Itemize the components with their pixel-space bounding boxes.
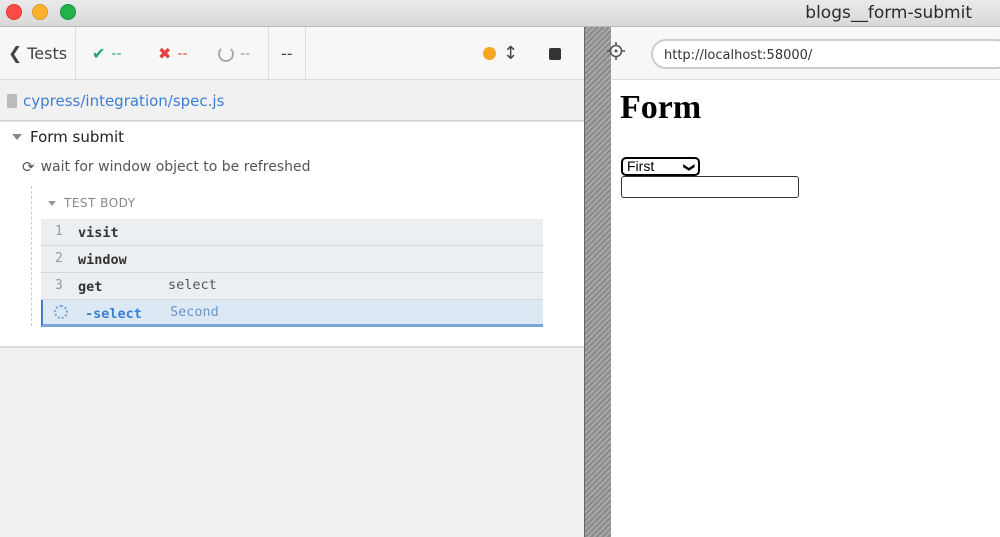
command-row[interactable]: 1 visit: [41, 219, 543, 246]
test-row[interactable]: ⟳ wait for window object to be refreshed: [22, 158, 310, 176]
tests-link[interactable]: ❮ Tests: [8, 27, 67, 80]
window-title: blogs__form-submit: [805, 3, 972, 23]
command-name: window: [78, 252, 127, 268]
maximize-window-button[interactable]: [60, 4, 76, 20]
command-message: Second: [170, 304, 219, 320]
refresh-icon: ⟳: [22, 158, 35, 176]
chevron-left-icon: ❮: [8, 43, 23, 64]
command-message: select: [168, 277, 217, 293]
test-body-guide: [31, 186, 32, 326]
running-dot-icon: [483, 47, 496, 60]
test-title: wait for window object to be refreshed: [40, 159, 311, 175]
spec-file-bar: cypress/integration/spec.js: [0, 81, 584, 121]
duration-stat: --: [281, 44, 293, 63]
check-icon: ✔: [92, 44, 106, 63]
command-row[interactable]: 2 window: [41, 246, 543, 273]
stop-button[interactable]: [549, 27, 561, 80]
failed-stat[interactable]: ✖ --: [158, 27, 188, 80]
close-window-button[interactable]: [6, 4, 22, 20]
x-icon: ✖: [158, 44, 172, 63]
selector-playground-icon[interactable]: [607, 42, 625, 60]
command-name: -select: [85, 306, 142, 322]
running-indicator: [483, 27, 496, 80]
toolbar-divider: [268, 27, 269, 80]
app-iframe: Form First ❯: [611, 81, 1000, 537]
app-text-input[interactable]: [621, 176, 799, 198]
caret-down-icon: [48, 200, 56, 206]
passed-stat[interactable]: ✔ --: [92, 27, 122, 80]
minimize-window-button[interactable]: [32, 4, 48, 20]
caret-down-icon: [12, 134, 22, 140]
file-icon: [7, 93, 17, 108]
command-number: 2: [55, 251, 63, 266]
window-titlebar: blogs__form-submit: [0, 0, 1000, 27]
command-name: visit: [78, 225, 119, 241]
passed-count: --: [111, 45, 122, 62]
tests-link-label: Tests: [27, 44, 68, 63]
command-list: 1 visit 2 window 3 get select -select Se…: [41, 219, 543, 327]
reporter-pane: ❮ Tests ✔ -- ✖ -- -- -- ↕ cypress/integr…: [0, 27, 584, 537]
auto-scroll-toggle[interactable]: ↕: [503, 27, 518, 80]
suite-row[interactable]: Form submit: [12, 126, 124, 148]
test-body-toggle[interactable]: TEST BODY: [48, 196, 136, 210]
runnables-list: Form submit ⟳ wait for window object to …: [0, 122, 584, 348]
up-down-arrow-icon: ↕: [503, 43, 519, 64]
app-preview-pane: http://localhost:58000/ Form First ❯: [607, 27, 1000, 537]
suite-title: Form submit: [30, 128, 125, 146]
command-name: get: [78, 279, 103, 295]
command-number: 1: [55, 224, 63, 239]
url-bar: http://localhost:58000/: [607, 27, 1000, 80]
failed-count: --: [177, 45, 188, 62]
pane-resize-handle[interactable]: [584, 27, 611, 537]
command-number: 3: [55, 278, 63, 293]
url-input[interactable]: http://localhost:58000/: [651, 39, 1000, 69]
test-body-label: TEST BODY: [64, 196, 136, 210]
stop-icon: [549, 47, 561, 60]
app-heading: Form: [620, 89, 702, 126]
app-select[interactable]: First ❯: [621, 157, 700, 176]
reporter-toolbar: ❮ Tests ✔ -- ✖ -- -- -- ↕: [0, 27, 584, 80]
command-row-active[interactable]: -select Second: [41, 300, 543, 327]
toolbar-divider: [305, 27, 306, 80]
pending-stat[interactable]: --: [218, 27, 250, 80]
command-row[interactable]: 3 get select: [41, 273, 543, 300]
pending-count: --: [240, 45, 251, 62]
app-select-value: First: [627, 158, 655, 174]
pending-circle-icon: [218, 45, 234, 62]
toolbar-divider: [75, 27, 76, 80]
spec-file-link[interactable]: cypress/integration/spec.js: [23, 92, 224, 110]
chevron-down-icon: ❯: [682, 162, 695, 173]
loading-spinner-icon: [54, 305, 68, 319]
